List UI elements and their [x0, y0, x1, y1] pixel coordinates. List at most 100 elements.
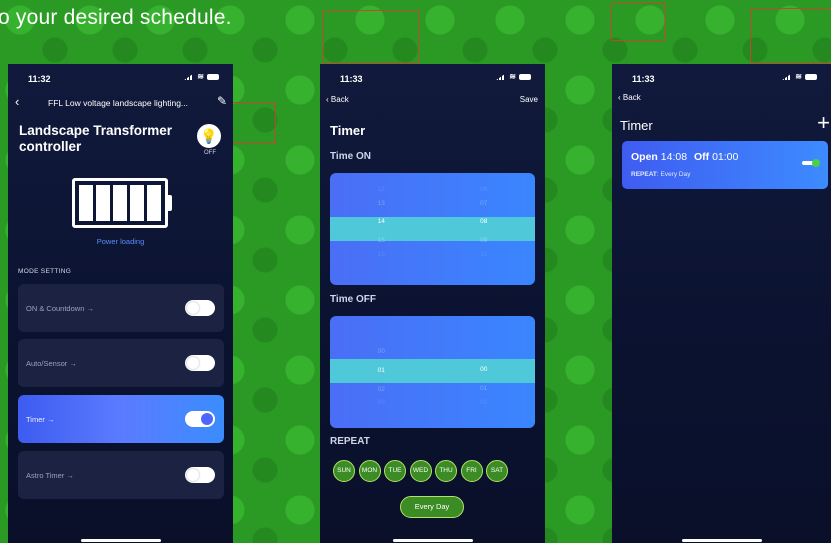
hour-option: 12	[377, 186, 385, 193]
hour-selected: 01	[377, 366, 385, 374]
off-time: 01:00	[712, 151, 739, 163]
mode-card-on-countdown[interactable]: ON & Countdown →	[18, 284, 224, 332]
day-tue-button[interactable]: TUE	[384, 460, 406, 482]
home-indicator	[392, 539, 473, 542]
battery-cell	[113, 185, 127, 221]
back-chevron-icon: ‹	[618, 93, 621, 102]
signal-icon	[496, 73, 507, 80]
time-off-picker[interactable]: 00 01 02 03 00 01 02	[330, 316, 535, 428]
every-day-button[interactable]: Every Day	[400, 496, 464, 518]
status-bar: 11:32 ≋	[8, 72, 233, 86]
toggle-knob	[812, 159, 820, 167]
back-chevron-icon: ‹	[326, 95, 329, 104]
decorative-frame	[232, 102, 276, 144]
minute-wheel[interactable]: 06 07 08 09 10	[433, 183, 536, 261]
lightbulb-icon[interactable]: 💡	[197, 124, 221, 148]
status-icons: ≋	[782, 73, 817, 81]
repeat-label: REPEAT	[631, 171, 657, 178]
phone-screen-mode-setting: 11:32 ≋ ‹ FFL Low voltage landscape ligh…	[8, 64, 233, 543]
back-label: Back	[622, 93, 641, 102]
mode-card-astro-timer[interactable]: Astro Timer →	[18, 451, 224, 499]
hour-option: 00	[377, 348, 385, 355]
decorative-frame	[323, 10, 419, 64]
status-bar: 11:33 ≋	[320, 72, 545, 86]
caption-text: o your desired schedule.	[0, 6, 232, 29]
mode-label: Auto/Sensor →	[26, 359, 77, 368]
mode-card-timer[interactable]: Timer →	[18, 395, 224, 443]
back-label: Back	[330, 95, 349, 104]
status-time: 11:33	[340, 74, 363, 84]
minute-option: 02	[480, 398, 488, 406]
mode-label: Timer →	[26, 415, 55, 424]
status-icons: ≋	[184, 72, 219, 81]
home-indicator	[80, 539, 161, 542]
hour-wheel[interactable]: 12 13 14 15 16	[330, 183, 433, 261]
toggle-knob	[187, 302, 199, 314]
hour-option: 03	[377, 399, 385, 406]
nav-header: ‹ FFL Low voltage landscape lighting... …	[8, 94, 233, 111]
home-indicator	[681, 539, 762, 542]
hour-option: 02	[377, 385, 385, 393]
back-button[interactable]: ‹ Back	[618, 93, 641, 102]
status-icons: ≋	[496, 73, 531, 81]
hour-wheel[interactable]: 00 01 02 03	[330, 345, 433, 410]
status-time: 11:32	[28, 74, 51, 84]
status-bar: 11:33 ≋	[612, 72, 831, 86]
phone-screen-timer-edit: 11:33 ≋ ‹ Back Save Timer Time ON 12 13 …	[320, 64, 545, 543]
mode-toggle[interactable]	[185, 300, 215, 316]
timer-times: Open 14:08 Off 01:00	[631, 151, 742, 163]
hour-option: 16	[377, 250, 385, 258]
minute-selected: 08	[480, 218, 488, 225]
page-title: Timer	[330, 123, 366, 138]
minute-option: 06	[480, 186, 488, 193]
battery-status-icon	[207, 73, 219, 80]
battery-cell	[130, 185, 144, 221]
battery-cell	[147, 185, 161, 221]
day-thu-button[interactable]: THU	[435, 460, 457, 482]
timer-card[interactable]: Open 14:08 Off 01:00 REPEAT: Every Day	[622, 141, 828, 189]
mode-setting-label: MODE SETTING	[18, 268, 72, 275]
day-fri-button[interactable]: FRI	[460, 460, 483, 482]
day-mon-button[interactable]: MON	[358, 460, 381, 482]
status-time: 11:33	[632, 74, 655, 84]
signal-icon	[184, 73, 195, 80]
back-button[interactable]: ‹ Back	[326, 95, 349, 104]
day-sun-button[interactable]: SUN	[333, 460, 355, 482]
page-title: Timer	[620, 118, 653, 133]
battery-cell	[79, 185, 93, 221]
open-time: 14:08	[660, 151, 688, 163]
plus-icon[interactable]: +	[817, 111, 830, 135]
page-title: Landscape Transformer controller	[19, 123, 173, 154]
decorative-frame	[611, 3, 666, 41]
minute-option: 09	[480, 237, 488, 244]
time-on-picker[interactable]: 12 13 14 15 16 06 07 08 09 10	[330, 173, 535, 285]
mode-card-auto-sensor[interactable]: Auto/Sensor →	[18, 339, 224, 387]
battery-cell	[96, 185, 110, 221]
day-sat-button[interactable]: SAT	[486, 460, 508, 482]
repeat-label: REPEAT	[330, 436, 370, 447]
battery-icon	[72, 178, 172, 228]
wifi-icon: ≋	[197, 72, 204, 81]
edit-pencil-icon[interactable]: ✎	[217, 94, 227, 108]
toggle-knob	[187, 357, 199, 369]
bulb-status-label: OFF	[204, 150, 216, 156]
power-loading-label: Power loading	[96, 237, 145, 246]
day-wed-button[interactable]: WED	[409, 460, 432, 482]
back-chevron-icon[interactable]: ‹	[15, 95, 19, 108]
mode-toggle[interactable]	[185, 411, 215, 427]
battery-status-icon	[519, 73, 531, 80]
open-label: Open	[631, 151, 658, 163]
save-button[interactable]: Save	[520, 95, 538, 104]
header-title: FFL Low voltage landscape lighting...	[48, 98, 189, 108]
toggle-knob	[187, 469, 199, 481]
hour-option: 13	[377, 199, 385, 207]
minute-option: 01	[480, 385, 488, 392]
hour-option: 15	[377, 237, 385, 244]
mode-toggle[interactable]	[185, 467, 215, 483]
repeat-days: SUN MON TUE WED THU FRI SAT	[333, 460, 508, 482]
toggle-knob	[201, 413, 213, 425]
mode-toggle[interactable]	[185, 355, 215, 371]
minute-wheel[interactable]: 00 01 02	[433, 358, 536, 409]
time-off-label: Time OFF	[330, 294, 376, 305]
timer-toggle[interactable]	[802, 159, 820, 167]
